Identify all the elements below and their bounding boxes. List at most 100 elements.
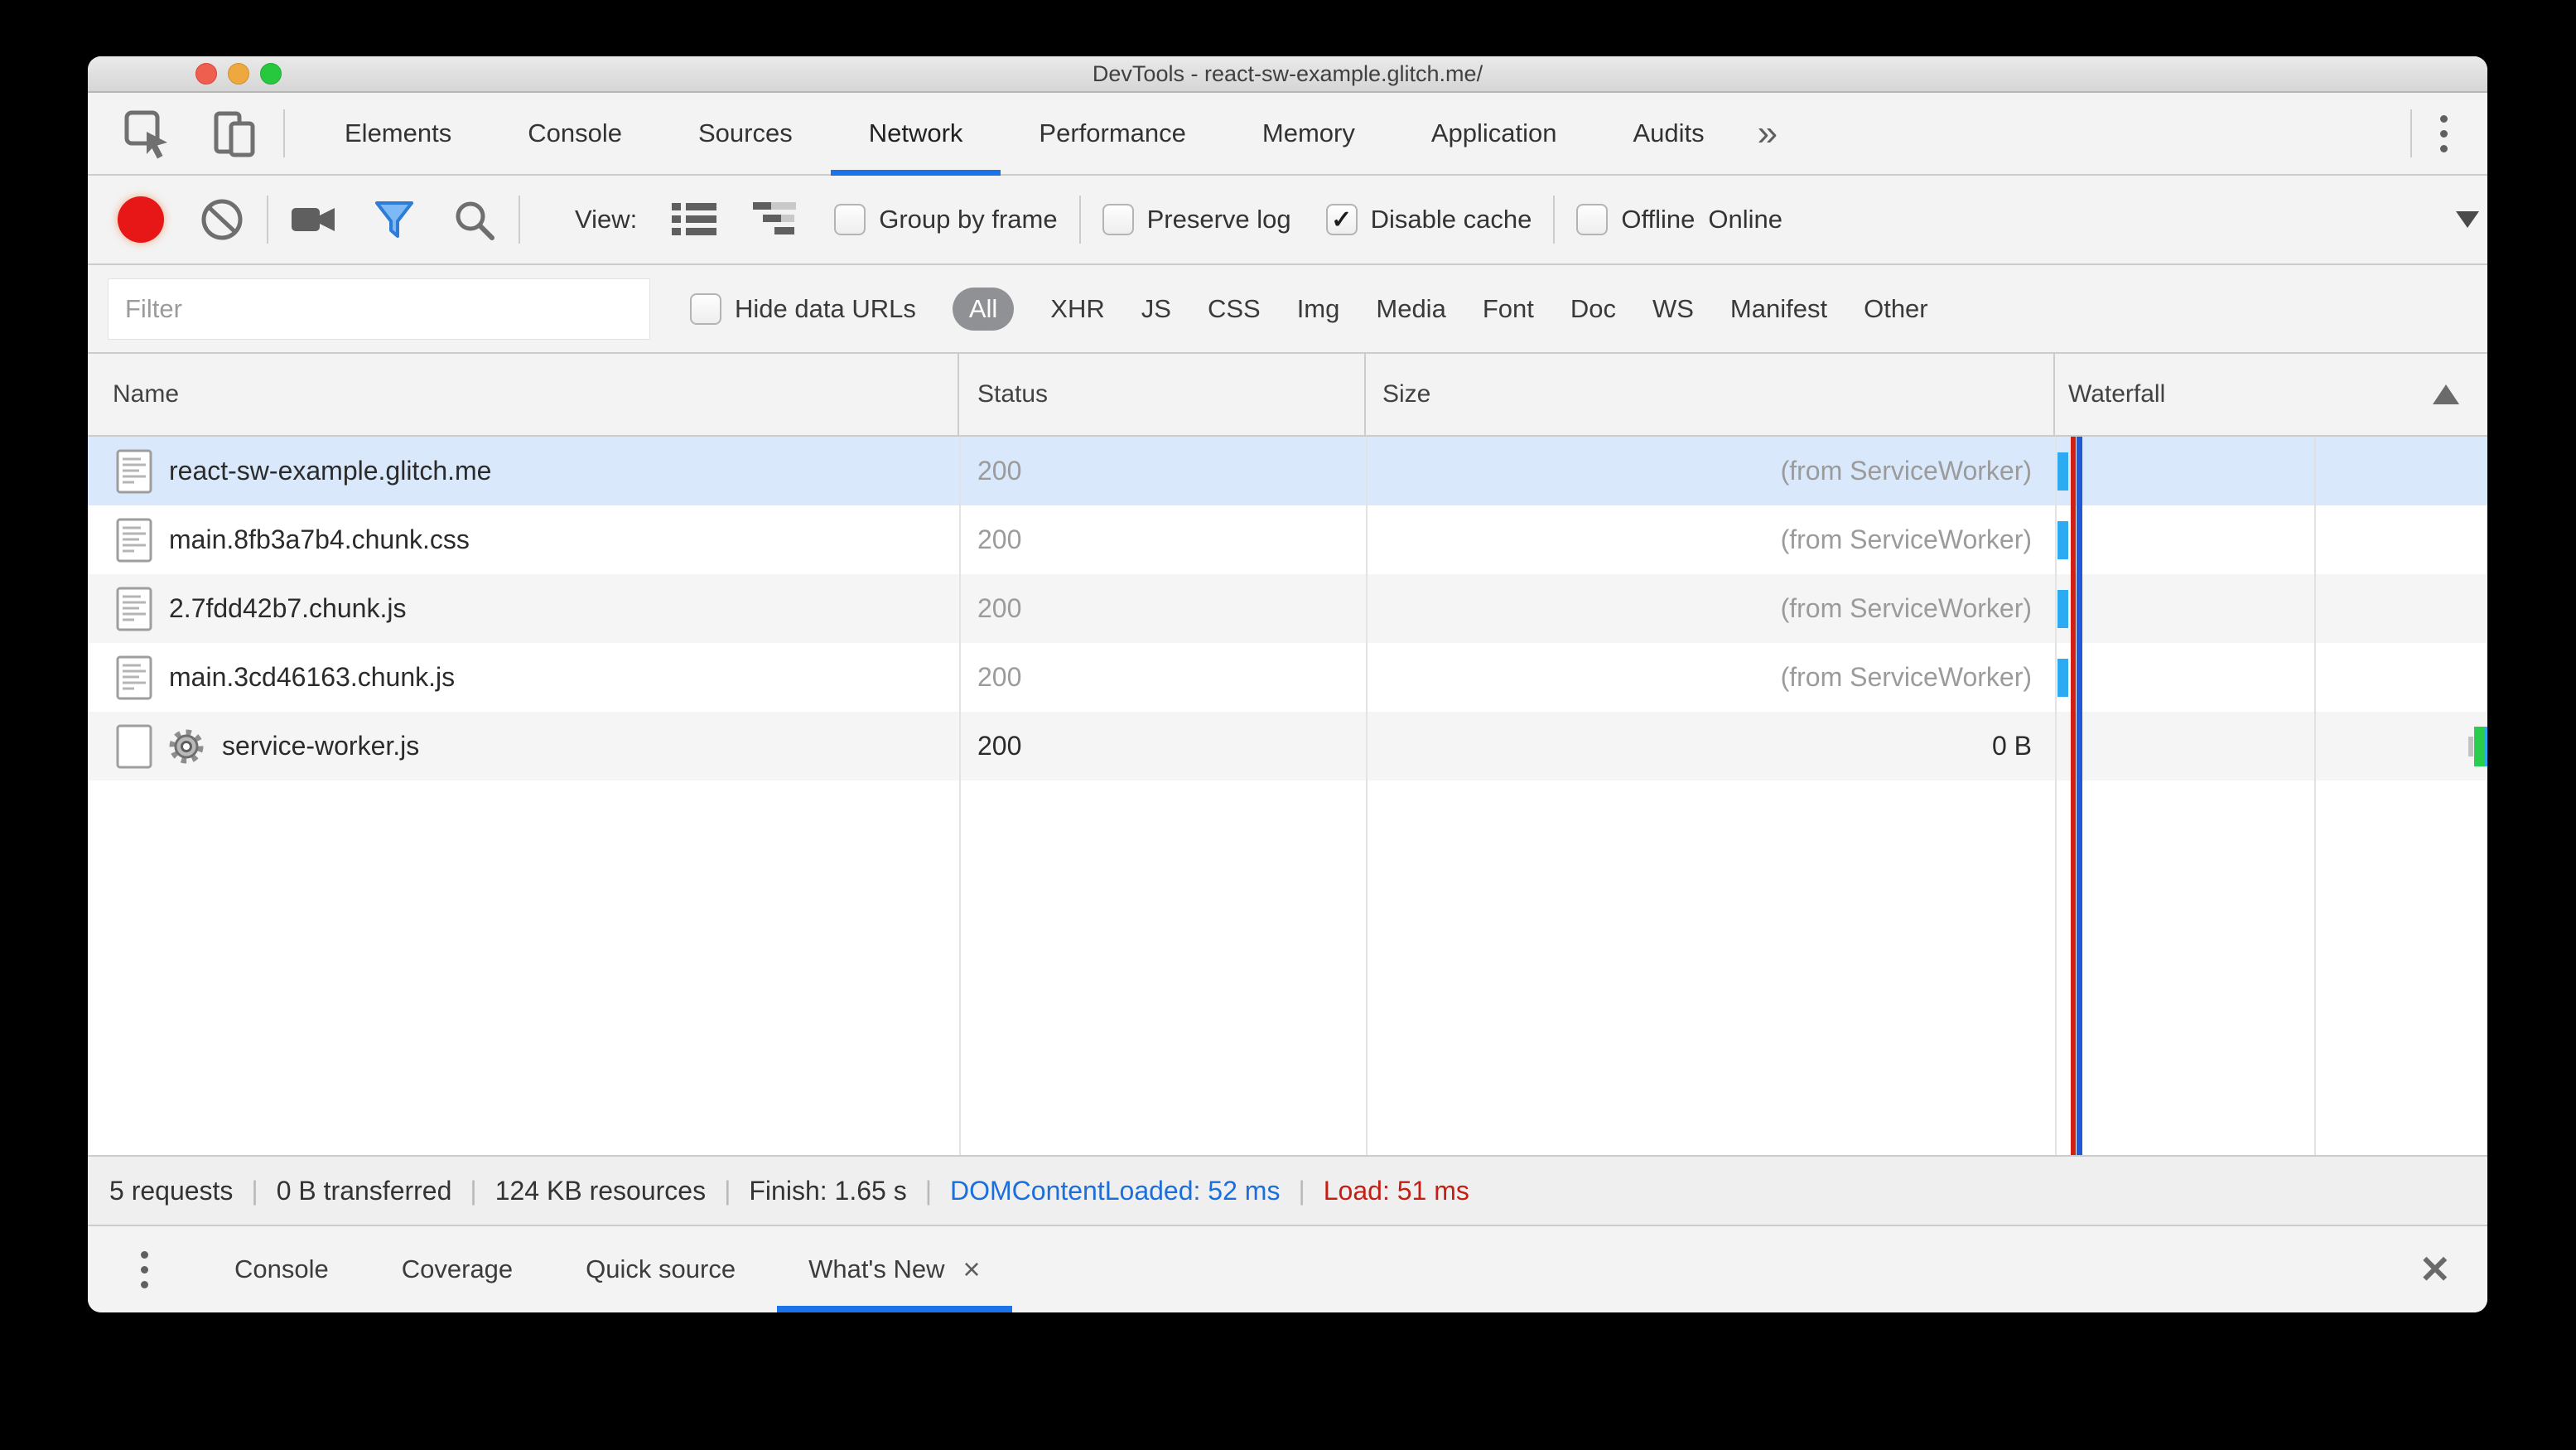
divider <box>267 196 268 244</box>
summary-text: 5 requests <box>109 1175 234 1206</box>
document-icon <box>116 724 152 768</box>
panel-tab[interactable]: Performance <box>1001 93 1223 174</box>
table-row[interactable]: 2.7fdd42b7.chunk.js 200 (from ServiceWor… <box>88 574 2487 643</box>
column-header-name[interactable]: Name <box>88 354 959 435</box>
main-menu-kebab-icon[interactable] <box>2429 107 2459 161</box>
use-request-rows-button[interactable] <box>672 201 718 239</box>
window-title: DevTools - react-sw-example.glitch.me/ <box>1092 60 1483 86</box>
table-row[interactable]: service-worker.js 200 0 B <box>88 712 2487 781</box>
inspect-element-button[interactable] <box>121 107 174 160</box>
camera-icon <box>290 201 338 238</box>
resource-type-filter[interactable]: Other <box>1864 288 1928 331</box>
drawer-tab[interactable]: What's New × <box>772 1226 1016 1312</box>
panel-tab[interactable]: Audits <box>1595 93 1743 174</box>
column-divider[interactable] <box>1366 437 1368 1155</box>
resource-type-filter-label: Other <box>1864 293 1928 323</box>
panel-tab[interactable]: Console <box>490 93 660 174</box>
zoom-window-button[interactable] <box>260 63 282 85</box>
throttling-select-value[interactable]: Online <box>1708 205 1782 234</box>
resource-type-filter[interactable]: Manifest <box>1730 288 1827 331</box>
hide-data-urls-checkbox[interactable]: ✓ <box>690 292 721 325</box>
resource-type-filter[interactable]: Font <box>1483 288 1534 331</box>
resource-type-filter[interactable]: All <box>952 287 1015 331</box>
request-name-cell: 2.7fdd42b7.chunk.js <box>88 574 959 643</box>
disable-cache-label: Disable cache <box>1370 205 1532 234</box>
drawer-tab[interactable]: Console × <box>198 1226 365 1312</box>
filter-toggle-button[interactable] <box>373 198 416 241</box>
panel-tab-label: Console <box>528 118 622 147</box>
clear-button[interactable] <box>199 196 245 243</box>
drawer-tab[interactable]: Quick source × <box>549 1226 772 1312</box>
resource-type-filter[interactable]: Media <box>1376 288 1445 331</box>
panel-tab-label: Memory <box>1261 118 1355 147</box>
resource-type-filter-label: WS <box>1652 293 1694 323</box>
table-row[interactable]: main.8fb3a7b4.chunk.css 200 (from Servic… <box>88 505 2487 574</box>
request-table-body: react-sw-example.glitch.me 200 (from Ser… <box>88 437 2487 1155</box>
close-window-button[interactable] <box>195 63 217 85</box>
minimize-window-button[interactable] <box>228 63 249 85</box>
drawer-menu-kebab-icon[interactable] <box>129 1243 160 1297</box>
device-toolbar-button[interactable] <box>209 107 262 160</box>
search-button[interactable] <box>451 196 497 243</box>
record-network-log-button[interactable] <box>118 196 164 243</box>
drawer-tab[interactable]: Coverage × <box>365 1226 549 1312</box>
panel-tab[interactable]: Sources <box>660 93 831 174</box>
table-row[interactable]: react-sw-example.glitch.me 200 (from Ser… <box>88 437 2487 505</box>
request-name: react-sw-example.glitch.me <box>169 456 492 486</box>
resource-type-filter[interactable]: XHR <box>1050 288 1104 331</box>
panel-tab[interactable]: Network <box>830 93 1001 176</box>
sort-ascending-icon <box>2433 384 2459 404</box>
resource-type-filter[interactable]: Img <box>1297 288 1340 331</box>
funnel-icon <box>373 198 416 241</box>
document-icon <box>116 655 152 699</box>
document-icon <box>116 587 152 631</box>
show-overview-button[interactable] <box>753 201 799 239</box>
load-event-marker-line <box>2071 437 2076 1155</box>
document-icon <box>116 449 152 493</box>
summary-item: | 124 KB resources <box>451 1176 706 1206</box>
preserve-log-checkbox[interactable]: ✓ <box>1102 204 1134 235</box>
resource-type-filter[interactable]: WS <box>1652 288 1694 331</box>
filter-input[interactable] <box>108 278 650 340</box>
table-row[interactable]: main.3cd46163.chunk.js 200 (from Service… <box>88 643 2487 712</box>
resource-type-filter[interactable]: CSS <box>1208 288 1261 331</box>
column-header-size[interactable]: Size <box>1366 354 2055 435</box>
summary-text: Load: 51 ms <box>1323 1175 1469 1206</box>
inspect-cursor-icon <box>121 107 174 160</box>
more-tabs-button[interactable]: » <box>1743 115 1792 152</box>
drawer-tab-label: Quick source <box>586 1254 736 1283</box>
group-by-frame-checkbox[interactable]: ✓ <box>834 204 866 235</box>
close-drawer-button[interactable]: ✕ <box>2382 1250 2487 1288</box>
devtools-window: DevTools - react-sw-example.glitch.me/ E… <box>88 56 2487 1312</box>
offline-checkbox[interactable]: ✓ <box>1576 204 1609 235</box>
request-waterfall-cell <box>2055 437 2487 505</box>
close-tab-icon[interactable]: × <box>962 1254 980 1284</box>
view-label: View: <box>575 205 638 234</box>
panel-tab[interactable]: Memory <box>1224 93 1393 174</box>
resource-type-filter-label: CSS <box>1207 293 1261 323</box>
panel-tab[interactable]: Elements <box>306 93 490 174</box>
disable-cache-checkbox[interactable]: ✓ <box>1325 204 1358 235</box>
column-header-status[interactable]: Status <box>959 354 1366 435</box>
request-waterfall-cell <box>2055 505 2487 574</box>
resource-type-filter[interactable]: JS <box>1141 288 1171 331</box>
capture-screenshots-button[interactable] <box>290 201 338 238</box>
column-divider[interactable] <box>959 437 961 1155</box>
request-waterfall-cell <box>2055 712 2487 781</box>
resource-type-filter[interactable]: Doc <box>1570 288 1616 331</box>
panel-tab[interactable]: Application <box>1393 93 1595 174</box>
request-status: 200 <box>977 731 1022 761</box>
panel-tab-label: Network <box>868 118 963 147</box>
column-header-waterfall[interactable]: Waterfall <box>2055 354 2487 435</box>
divider <box>1078 196 1081 244</box>
request-status: 200 <box>977 593 1022 623</box>
chevron-down-icon[interactable] <box>2456 211 2479 228</box>
request-size: (from ServiceWorker) <box>1780 593 2032 623</box>
request-name: main.8fb3a7b4.chunk.css <box>169 524 470 554</box>
devtools-tabbar: Elements Console Sources Network Perform… <box>88 93 2487 176</box>
request-size: (from ServiceWorker) <box>1780 662 2032 692</box>
resource-type-filter-label: Media <box>1376 293 1446 323</box>
column-divider[interactable] <box>2055 437 2057 1155</box>
panel-tab-label: Audits <box>1633 118 1705 147</box>
summary-text: 124 KB resources <box>494 1175 707 1206</box>
